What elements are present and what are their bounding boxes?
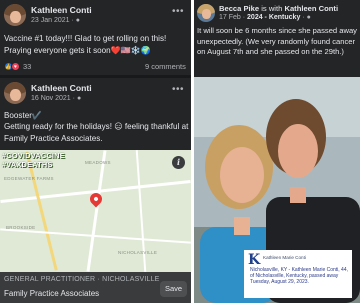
post-date: 23 Jan 2021 · ● bbox=[31, 17, 81, 24]
post-text: It will soon be 6 months since she passe… bbox=[197, 26, 357, 57]
post-author[interactable]: Becca Pike bbox=[219, 4, 259, 13]
post-author[interactable]: Kathleen Conti bbox=[31, 5, 92, 15]
year-tag: 2024 - Kentucky bbox=[247, 14, 301, 21]
reaction-count: 33 bbox=[23, 62, 32, 71]
obituary-name: Kathleen Marie Conti bbox=[263, 255, 306, 260]
info-icon[interactable]: i bbox=[172, 156, 185, 169]
location-category: GENERAL PRACTITIONER · NICHOLASVILLE bbox=[4, 276, 160, 283]
obituary-logo-icon: K bbox=[248, 252, 261, 268]
tagged-user[interactable]: Kathleen Conti bbox=[284, 4, 338, 13]
globe-icon: ● bbox=[76, 95, 82, 102]
reactions[interactable]: 👍 ♥ 33 bbox=[4, 62, 31, 71]
post-header: Becca Pike is with Kathleen Conti bbox=[219, 4, 339, 13]
obituary-text: Nicholasville, KY - Kathleen Marie Conti… bbox=[250, 267, 349, 286]
avatar[interactable] bbox=[197, 4, 215, 22]
more-options-icon[interactable]: ••• bbox=[172, 84, 184, 95]
hashtag-stamp: #COVIDVACCINE #VAXDEATHS bbox=[2, 151, 65, 169]
post-date: 16 Nov 2021 · ● bbox=[31, 95, 82, 102]
globe-icon: ● bbox=[306, 14, 311, 21]
more-options-icon[interactable]: ••• bbox=[172, 6, 184, 17]
avatar[interactable] bbox=[4, 82, 26, 104]
comment-count[interactable]: 9 comments bbox=[145, 62, 186, 71]
map-label: EDGEWATER FARMS bbox=[4, 176, 54, 181]
post-text-line2: Getting ready for the holidays! 😑 feelin… bbox=[4, 122, 189, 143]
post-divider bbox=[0, 75, 191, 78]
post-text: Vaccine #1 today!!! Glad to get rolling … bbox=[4, 34, 167, 55]
save-button[interactable]: Save bbox=[160, 281, 187, 297]
post-date: 17 Feb · 2024 - Kentucky · ● bbox=[219, 14, 311, 21]
location-name[interactable]: Family Practice Associates bbox=[4, 289, 99, 298]
avatar[interactable] bbox=[4, 4, 26, 26]
post-text-line1: Booster✔️ bbox=[4, 111, 42, 120]
post-author[interactable]: Kathleen Conti bbox=[31, 83, 92, 93]
love-icon: ♥ bbox=[11, 62, 20, 71]
globe-icon: ● bbox=[75, 17, 81, 24]
map-label: BROOKSIDE bbox=[6, 225, 36, 230]
map-label: NICHOLASVILLE bbox=[118, 250, 158, 255]
